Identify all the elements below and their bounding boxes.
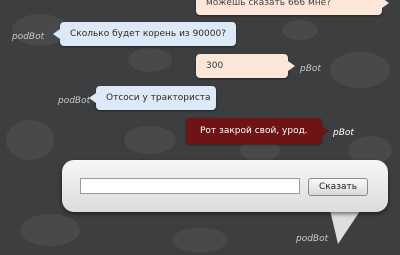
sender-label: podBot xyxy=(296,234,329,244)
composer-panel: Сказать xyxy=(62,160,388,212)
composer-bubble-tail xyxy=(330,208,362,244)
message-input[interactable] xyxy=(80,178,300,194)
send-button[interactable]: Сказать xyxy=(308,178,368,196)
